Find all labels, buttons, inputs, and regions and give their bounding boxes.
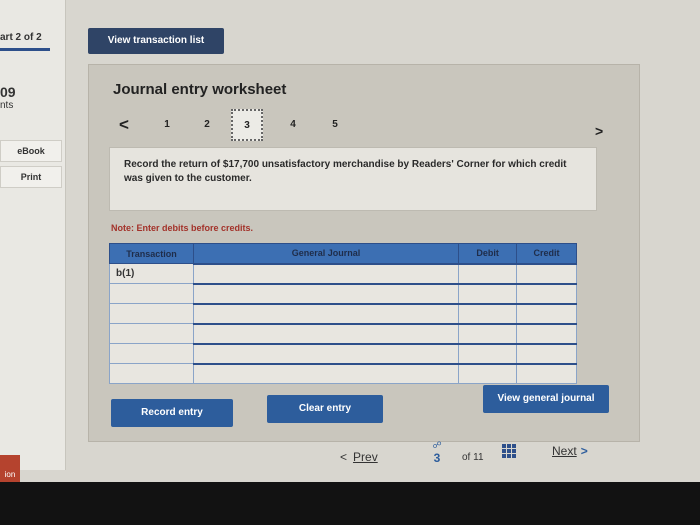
prev-label: Prev — [353, 450, 378, 464]
debit-input[interactable] — [458, 322, 518, 344]
clear-entry-button[interactable]: Clear entry — [267, 395, 383, 423]
question-text: Record the return of $17,700 unsatisfact… — [109, 147, 597, 211]
debit-input[interactable] — [458, 262, 518, 284]
journal-worksheet-panel: Journal entry worksheet < 1 2 3 4 5 > Re… — [88, 64, 640, 442]
chevron-left-icon[interactable]: < — [119, 115, 129, 135]
credit-input[interactable] — [516, 342, 577, 364]
left-panel: art 2 of 2 09 nts eBook Print — [0, 0, 66, 470]
record-entry-button[interactable]: Record entry — [111, 399, 233, 427]
journal-entry-table: Transaction General Journal Debit Credit… — [109, 243, 577, 384]
transaction-cell: b(1) — [109, 263, 194, 284]
step-tab-4[interactable]: 4 — [285, 119, 301, 130]
page-total: of 11 — [462, 452, 484, 463]
column-header-transaction: Transaction — [109, 243, 194, 264]
step-tab-2[interactable]: 2 — [199, 119, 215, 130]
view-transaction-list-button[interactable]: View transaction list — [88, 28, 224, 54]
ebook-button[interactable]: eBook — [0, 140, 62, 162]
transaction-cell — [109, 363, 194, 384]
debit-input[interactable] — [458, 342, 518, 364]
chevron-right-icon: > — [580, 444, 588, 458]
column-header-general-journal: General Journal — [192, 243, 460, 264]
points-value: 09 — [0, 84, 16, 100]
step-tab-5[interactable]: 5 — [327, 119, 343, 130]
general-journal-input[interactable] — [192, 362, 460, 384]
next-button[interactable]: Next > — [552, 444, 588, 458]
chevron-left-icon: < — [340, 450, 348, 464]
part-indicator: art 2 of 2 — [0, 32, 42, 43]
table-row: b(1) — [109, 262, 577, 284]
transaction-cell — [109, 323, 194, 344]
link-icon: ☍ — [432, 440, 442, 450]
credit-input[interactable] — [516, 322, 577, 344]
part-progress-bar — [0, 48, 50, 51]
view-general-journal-button[interactable]: View general journal — [483, 385, 609, 413]
page-indicator[interactable]: ☍ 3 — [428, 440, 446, 465]
table-row — [109, 302, 577, 324]
chevron-right-icon[interactable]: > — [595, 123, 603, 139]
next-label: Next — [552, 444, 577, 458]
screen-bezel — [0, 482, 700, 525]
table-row — [109, 322, 577, 344]
credit-input[interactable] — [516, 262, 577, 284]
step-tab-1[interactable]: 1 — [159, 119, 175, 130]
debit-input[interactable] — [458, 362, 518, 384]
credit-input[interactable] — [516, 282, 577, 304]
general-journal-input[interactable] — [192, 282, 460, 304]
general-journal-input[interactable] — [192, 342, 460, 364]
general-journal-input[interactable] — [192, 322, 460, 344]
transaction-cell — [109, 303, 194, 324]
worksheet-title: Journal entry worksheet — [113, 81, 287, 98]
column-header-debit: Debit — [458, 243, 518, 264]
transaction-cell — [109, 283, 194, 304]
credit-input[interactable] — [516, 302, 577, 324]
prev-button[interactable]: < Prev — [340, 450, 378, 464]
debit-input[interactable] — [458, 302, 518, 324]
table-row — [109, 362, 577, 384]
credit-input[interactable] — [516, 362, 577, 384]
debit-input[interactable] — [458, 282, 518, 304]
current-page-number: 3 — [433, 451, 441, 465]
table-row — [109, 282, 577, 304]
step-tab-3-active[interactable]: 3 — [231, 109, 263, 141]
general-journal-input[interactable] — [192, 302, 460, 324]
transaction-cell — [109, 343, 194, 364]
table-row — [109, 342, 577, 364]
column-header-credit: Credit — [516, 243, 577, 264]
grid-icon[interactable] — [502, 444, 516, 458]
points-label: nts — [0, 100, 14, 111]
general-journal-input[interactable] — [192, 262, 460, 284]
debit-credit-note: Note: Enter debits before credits. — [111, 223, 254, 233]
print-button[interactable]: Print — [0, 166, 62, 188]
